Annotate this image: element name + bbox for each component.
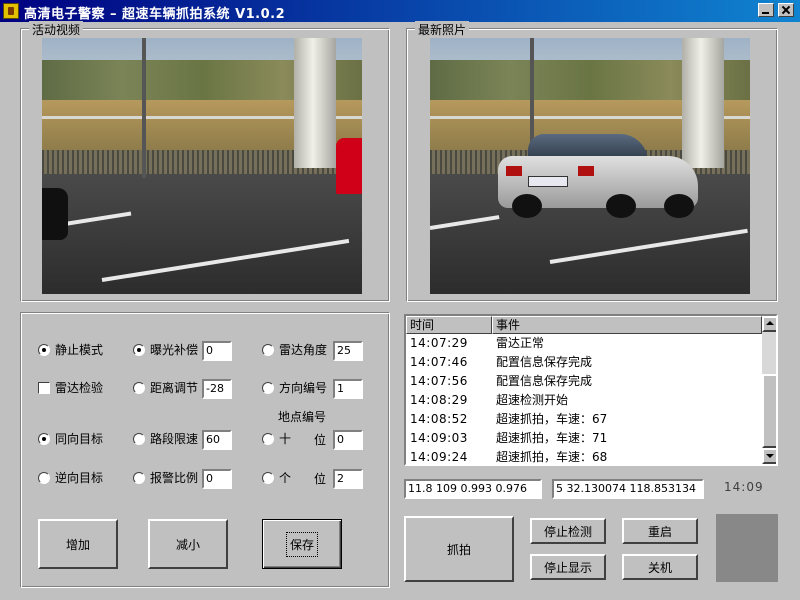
alarm-ratio-input[interactable]: 0	[202, 469, 232, 489]
still-mode-label: 静止模式	[55, 343, 104, 357]
event-time: 14:07:56	[410, 374, 468, 388]
list-item[interactable]: 14:08:29 超速检测开始	[406, 391, 762, 410]
event-time: 14:08:52	[410, 412, 468, 426]
capture-button[interactable]: 抓拍	[404, 516, 514, 582]
list-item[interactable]: 14:07:46 配置信息保存完成	[406, 353, 762, 372]
list-item[interactable]: 14:09:24 超速抓拍，车速：68	[406, 448, 762, 464]
list-item[interactable]: 14:07:29 雷达正常	[406, 334, 762, 353]
increase-button[interactable]: 增加	[38, 519, 118, 569]
minimize-button[interactable]	[758, 3, 774, 17]
radar-check-checkbox[interactable]: 雷达检验	[38, 379, 103, 396]
title-bar: 高清电子警察 – 超速车辆抓拍系统 V1.0.2	[0, 0, 800, 22]
event-time: 14:07:29	[410, 336, 468, 350]
exposure-comp-input[interactable]: 0	[202, 341, 232, 361]
stop-detect-button-label: 停止检测	[543, 524, 592, 539]
units-digit-label: 个	[279, 471, 292, 485]
location-no-title: 地点编号	[278, 410, 327, 424]
stop-display-button[interactable]: 停止显示	[530, 554, 606, 580]
opposite-direction-radio[interactable]: 逆向目标	[38, 469, 103, 486]
live-video-label: 活动视频	[29, 21, 84, 38]
restart-button[interactable]: 重启	[622, 518, 698, 544]
decrease-button[interactable]: 减小	[148, 519, 228, 569]
road-speed-limit-label: 路段限速	[150, 432, 199, 446]
event-time: 14:09:03	[410, 431, 468, 445]
shutdown-button[interactable]: 关机	[622, 554, 698, 580]
same-direction-label: 同向目标	[55, 432, 104, 446]
list-item[interactable]: 14:07:56 配置信息保存完成	[406, 372, 762, 391]
opposite-direction-label: 逆向目标	[55, 471, 104, 485]
alarm-ratio-label: 报警比例	[150, 471, 199, 485]
latest-photo-label: 最新照片	[415, 21, 470, 38]
column-header-event[interactable]: 事件	[492, 316, 762, 334]
app-icon	[3, 3, 19, 19]
clock-display: 14:09	[724, 480, 764, 494]
radar-check-label: 雷达检验	[55, 381, 104, 395]
list-item[interactable]: 14:08:52 超速抓拍，车速：67	[406, 410, 762, 429]
units-digit-radio[interactable]: 个	[262, 469, 291, 486]
status-indicator	[716, 514, 778, 582]
distance-adj-radio[interactable]: 距离调节	[133, 379, 198, 396]
event-text: 配置信息保存完成	[496, 374, 593, 388]
still-mode-radio[interactable]: 静止模式	[38, 341, 103, 358]
save-button-label: 保存	[285, 531, 319, 557]
event-text: 超速抓拍，车速：68	[496, 450, 608, 464]
event-time: 14:07:46	[410, 355, 468, 369]
exposure-comp-radio[interactable]: 曝光补偿	[133, 341, 198, 358]
distance-adj-input[interactable]: -28	[202, 379, 232, 399]
event-text: 超速检测开始	[496, 393, 569, 407]
scroll-thumb[interactable]	[762, 374, 776, 448]
tens-digit-label: 十	[279, 432, 292, 446]
silver-car	[498, 130, 698, 218]
increase-button-label: 增加	[65, 537, 90, 552]
window-title: 高清电子警察 – 超速车辆抓拍系统 V1.0.2	[24, 7, 286, 22]
event-text: 超速抓拍，车速：71	[496, 431, 608, 445]
capture-button-label: 抓拍	[446, 542, 471, 557]
scroll-up-icon[interactable]	[762, 316, 776, 332]
dark-car	[42, 188, 68, 240]
event-text: 超速抓拍，车速：67	[496, 412, 608, 426]
event-log-scrollbar[interactable]	[762, 316, 776, 464]
radar-angle-label: 雷达角度	[279, 343, 328, 357]
save-button[interactable]: 保存	[262, 519, 342, 569]
shutdown-button-label: 关机	[647, 560, 672, 575]
stop-detect-button[interactable]: 停止检测	[530, 518, 606, 544]
radar-angle-radio[interactable]: 雷达角度	[262, 341, 327, 358]
tens-digit-radio[interactable]: 十	[262, 430, 291, 447]
direction-no-radio[interactable]: 方向编号	[262, 379, 327, 396]
stop-display-button-label: 停止显示	[543, 560, 592, 575]
live-video-feed	[42, 38, 362, 294]
event-log-header: 时间 事件	[406, 316, 762, 334]
gps-data-readout: 5 32.130074 118.853134	[552, 479, 704, 499]
direction-no-input[interactable]: 1	[333, 379, 363, 399]
event-time: 14:08:29	[410, 393, 468, 407]
column-header-time[interactable]: 时间	[406, 316, 492, 334]
same-direction-radio[interactable]: 同向目标	[38, 430, 103, 447]
red-car	[336, 138, 362, 194]
scroll-down-icon[interactable]	[762, 448, 776, 464]
list-item[interactable]: 14:09:03 超速抓拍，车速：71	[406, 429, 762, 448]
latest-photo-image	[430, 38, 750, 294]
road-speed-limit-input[interactable]: 60	[202, 430, 232, 450]
close-button[interactable]	[778, 3, 794, 17]
alarm-ratio-radio[interactable]: 报警比例	[133, 469, 198, 486]
decrease-button-label: 减小	[175, 537, 200, 552]
tens-digit-input[interactable]: 0	[333, 430, 363, 450]
distance-adj-label: 距离调节	[150, 381, 199, 395]
units-digit-suffix: 位	[314, 472, 327, 486]
event-time: 14:09:24	[410, 450, 468, 464]
tens-digit-suffix: 位	[314, 433, 327, 447]
license-plate	[528, 176, 568, 187]
direction-no-label: 方向编号	[279, 381, 328, 395]
event-log-rows: 14:07:29 雷达正常 14:07:46 配置信息保存完成 14:07:56 配置…	[406, 334, 762, 464]
radar-data-readout: 11.8 109 0.993 0.976	[404, 479, 542, 499]
road-speed-limit-radio[interactable]: 路段限速	[133, 430, 198, 447]
units-digit-input[interactable]: 2	[333, 469, 363, 489]
event-text: 雷达正常	[496, 336, 545, 350]
restart-button-label: 重启	[647, 524, 672, 539]
event-text: 配置信息保存完成	[496, 355, 593, 369]
event-log-list[interactable]: 时间 事件 14:07:29 雷达正常 14:07:46 配置信息保存完成 14:0…	[404, 314, 778, 466]
exposure-comp-label: 曝光补偿	[150, 343, 199, 357]
radar-angle-input[interactable]: 25	[333, 341, 363, 361]
